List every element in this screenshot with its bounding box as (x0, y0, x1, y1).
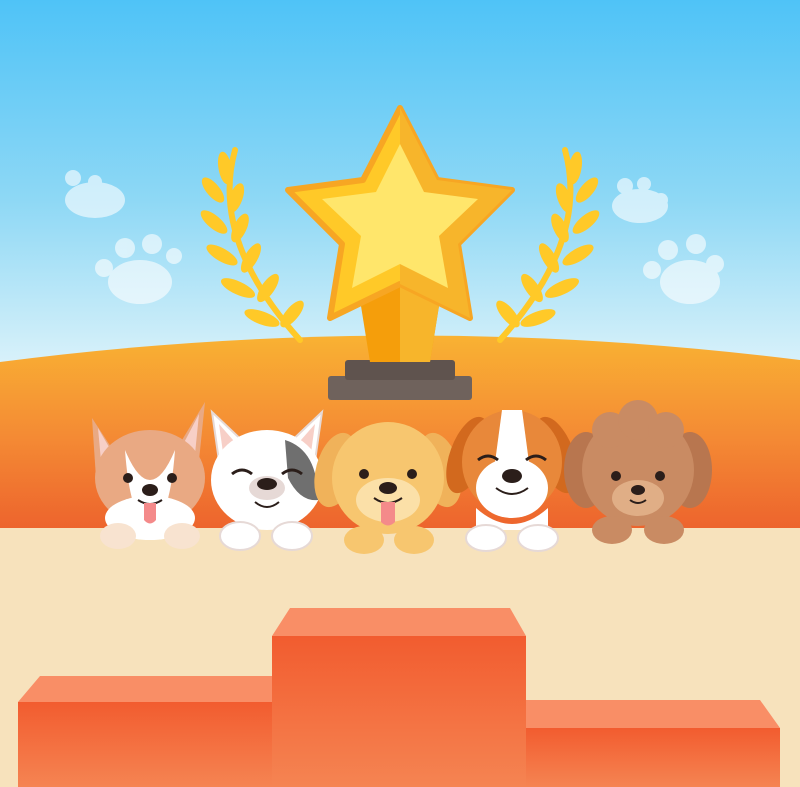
podium-block-left (18, 676, 290, 702)
podium-block-center (272, 608, 526, 636)
dog-french-bulldog (210, 409, 324, 551)
podium-block-right (510, 700, 780, 728)
scene (0, 0, 800, 787)
